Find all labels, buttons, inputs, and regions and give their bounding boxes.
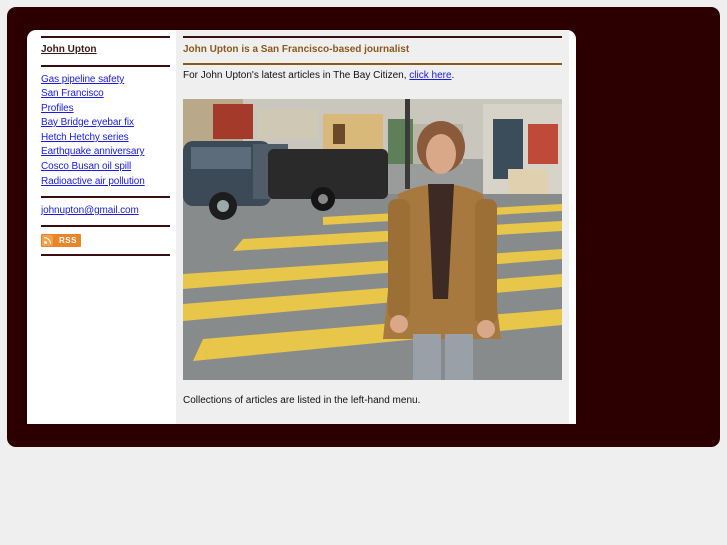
- sidebar-divider: [41, 254, 170, 256]
- sidebar-link-earthquake[interactable]: Earthquake anniversary: [41, 146, 145, 157]
- sidebar-link-gas-pipeline[interactable]: Gas pipeline safety: [41, 74, 124, 85]
- sidebar-divider: [41, 65, 170, 67]
- journalist-photo: [183, 99, 562, 380]
- email-link[interactable]: johnupton@gmail.com: [41, 205, 139, 216]
- sidebar-divider: [41, 225, 170, 227]
- sidebar-title-link[interactable]: John Upton: [41, 44, 97, 55]
- rss-button[interactable]: RSS: [41, 234, 81, 247]
- sidebar-link-cosco-busan[interactable]: Cosco Busan oil spill: [41, 161, 131, 172]
- sidebar-link-hetch-hetchy[interactable]: Hetch Hetchy series: [41, 132, 129, 143]
- footer-text: Collections of articles are listed in th…: [183, 395, 421, 406]
- main-top-divider: [183, 36, 562, 38]
- click-here-link[interactable]: click here: [409, 70, 451, 81]
- intro-suffix: .: [451, 70, 455, 81]
- rss-label: RSS: [59, 236, 77, 245]
- sidebar-link-bay-bridge[interactable]: Bay Bridge eyebar fix: [41, 117, 134, 128]
- sidebar-link-san-francisco[interactable]: San Francisco: [41, 88, 104, 99]
- sidebar-divider: [41, 36, 170, 38]
- intro-text: For John Upton's latest articles in The …: [183, 70, 454, 81]
- rss-icon: [42, 235, 53, 246]
- sidebar-divider: [41, 196, 170, 198]
- sidebar-link-profiles[interactable]: Profiles: [41, 103, 74, 114]
- sidebar-link-radioactive[interactable]: Radioactive air pollution: [41, 176, 145, 187]
- intro-prefix: For John Upton's latest articles in The …: [183, 70, 410, 81]
- page-title: John Upton is a San Francisco-based jour…: [183, 44, 410, 55]
- title-divider: [183, 63, 562, 65]
